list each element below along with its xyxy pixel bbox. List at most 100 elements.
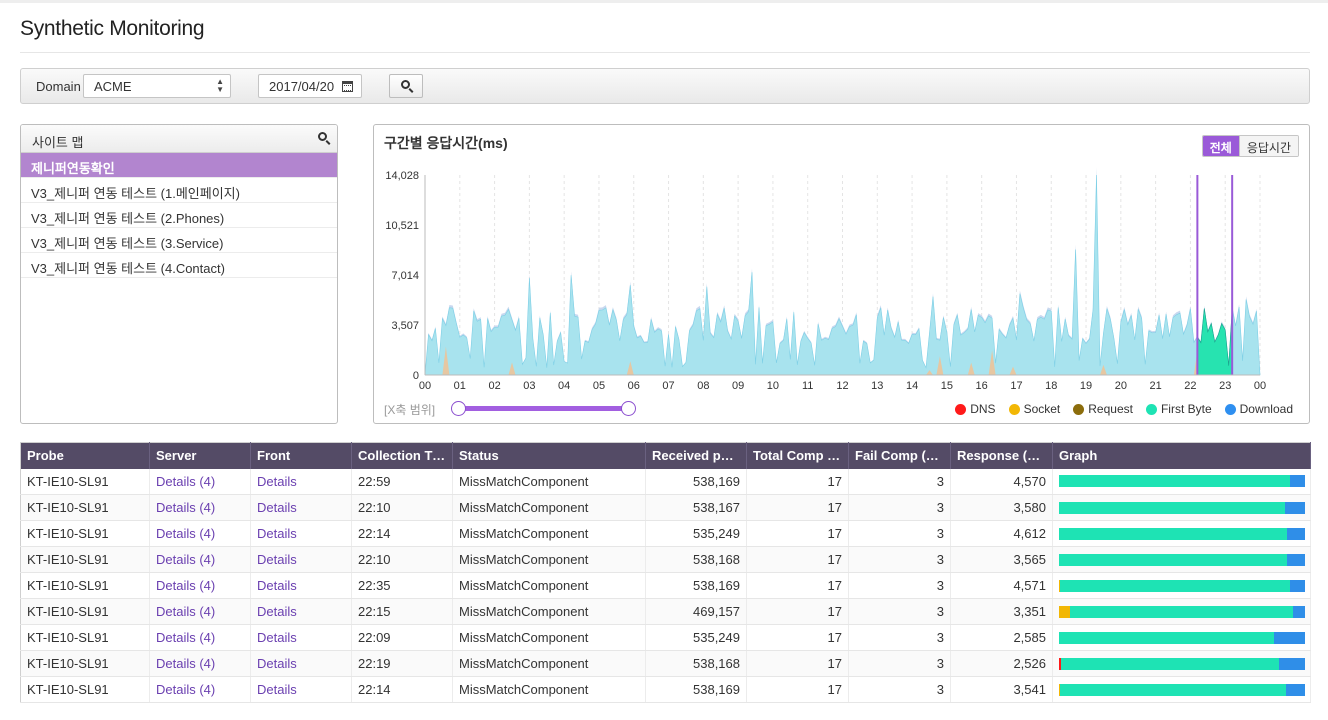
table-row[interactable]: KT-IE10-SL91 Details (4) Details 22:14 MissM… — [20, 520, 1311, 547]
toggle-response-button[interactable]: 응답시간 — [1238, 136, 1298, 156]
front-details-link[interactable]: Details — [257, 474, 297, 489]
x-tick-label: 02 — [488, 380, 500, 392]
site-map-item[interactable]: V3_제니퍼 연동 테스트 (4.Contact) — [21, 253, 337, 278]
total-comp-cell: 17 — [746, 676, 849, 703]
front-details-link[interactable]: Details — [257, 526, 297, 541]
legend-item-download[interactable]: Download — [1224, 402, 1293, 416]
site-map-item[interactable]: 제니퍼연동확인 — [21, 153, 337, 178]
response-breakdown-bar[interactable] — [1059, 553, 1305, 566]
front-details-link[interactable]: Details — [257, 630, 297, 645]
response-breakdown-bar[interactable] — [1059, 631, 1305, 644]
response-breakdown-bar[interactable] — [1059, 475, 1305, 488]
server-details-cell: Details (4) — [149, 598, 251, 625]
legend-item-socket[interactable]: Socket — [1008, 402, 1060, 416]
x-tick-label: 08 — [697, 380, 709, 392]
response-time-chart[interactable]: 03,5077,01410,52114,02800 01 02 03 04 05 06 07 0… — [374, 125, 1309, 423]
x-tick-label: 20 — [1115, 380, 1127, 392]
server-details-link[interactable]: Details (4) — [156, 474, 215, 489]
bar-segment-socket — [1059, 605, 1071, 618]
server-details-link[interactable]: Details (4) — [156, 526, 215, 541]
server-details-link[interactable]: Details (4) — [156, 578, 215, 593]
response-breakdown-bar[interactable] — [1059, 579, 1305, 592]
column-header[interactable]: Response (ms) — [950, 442, 1053, 469]
table-row[interactable]: KT-IE10-SL91 Details (4) Details 22:14 MissM… — [20, 676, 1311, 703]
chart-legend: DNS Socket Request First Byte Download — [955, 402, 1293, 416]
site-map-item[interactable]: V3_제니퍼 연동 테스트 (2.Phones) — [21, 203, 337, 228]
table-row[interactable]: KT-IE10-SL91 Details (4) Details 22:09 MissM… — [20, 624, 1311, 651]
front-details-link[interactable]: Details — [257, 500, 297, 515]
received-packets-cell: 538,169 — [645, 676, 747, 703]
server-details-cell: Details (4) — [149, 650, 251, 677]
x-tick-label: 04 — [558, 380, 570, 392]
front-details-cell: Details — [250, 520, 352, 547]
response-breakdown-bar[interactable] — [1059, 527, 1305, 540]
bar-segment-first-byte — [1059, 631, 1275, 644]
response-breakdown-bar[interactable] — [1059, 683, 1305, 696]
column-header[interactable]: Total Comp (c… — [746, 442, 849, 469]
domain-select[interactable]: ACME ▲ ▼ — [83, 74, 231, 98]
server-details-link[interactable]: Details (4) — [156, 500, 215, 515]
date-picker[interactable]: 2017/04/20 — [258, 74, 362, 98]
column-header[interactable]: Probe — [20, 442, 150, 469]
response-breakdown-bar[interactable] — [1059, 657, 1305, 670]
server-details-link[interactable]: Details (4) — [156, 552, 215, 567]
response-breakdown-bar[interactable] — [1059, 501, 1305, 514]
x-tick-label: 06 — [628, 380, 640, 392]
received-packets-cell: 538,168 — [645, 650, 747, 677]
response-time-chart-panel: 0 3,507 7,014 10,521 14,028 00 01 02 03 04 05 06 07 0… — [373, 124, 1310, 424]
front-details-link[interactable]: Details — [257, 656, 297, 671]
bar-segment-first-byte — [1059, 579, 1290, 592]
column-header[interactable]: Fail Comp (ca… — [848, 442, 951, 469]
graph-cell — [1052, 650, 1311, 677]
received-packets-cell: 538,168 — [645, 546, 747, 573]
x-range-slider[interactable] — [458, 406, 628, 411]
server-details-link[interactable]: Details (4) — [156, 656, 215, 671]
server-details-cell: Details (4) — [149, 624, 251, 651]
received-packets-cell: 535,249 — [645, 520, 747, 547]
legend-item-first-byte[interactable]: First Byte — [1145, 402, 1212, 416]
domain-select-value: ACME — [94, 79, 132, 94]
server-details-link[interactable]: Details (4) — [156, 604, 215, 619]
table-row[interactable]: KT-IE10-SL91 Details (4) Details 22:19 MissM… — [20, 650, 1311, 677]
legend-item-dns[interactable]: DNS — [955, 402, 996, 416]
column-header[interactable]: Status — [452, 442, 646, 469]
table-row[interactable]: KT-IE10-SL91 Details (4) Details 22:10 MissM… — [20, 546, 1311, 573]
site-map-item[interactable]: V3_제니퍼 연동 테스트 (1.메인페이지) — [21, 178, 337, 203]
server-details-link[interactable]: Details (4) — [156, 682, 215, 697]
table-row[interactable]: KT-IE10-SL91 Details (4) Details 22:15 MissM… — [20, 598, 1311, 625]
table-row[interactable]: KT-IE10-SL91 Details (4) Details 22:10 MissM… — [20, 494, 1311, 521]
legend-label: Request — [1088, 402, 1133, 416]
column-header[interactable]: Received pack… — [645, 442, 747, 469]
x-range-end-handle[interactable] — [621, 401, 636, 416]
search-button[interactable] — [389, 74, 423, 98]
server-details-link[interactable]: Details (4) — [156, 630, 215, 645]
column-header[interactable]: Front — [250, 442, 352, 469]
column-header[interactable]: Collection Time — [351, 442, 453, 469]
front-details-link[interactable]: Details — [257, 682, 297, 697]
legend-item-request[interactable]: Request — [1073, 402, 1133, 416]
filter-toolbar: Domain ACME ▲ ▼ 2017/04/20 — [20, 68, 1310, 104]
received-packets-cell: 469,157 — [645, 598, 747, 625]
status-cell: MissMatchComponent — [452, 650, 646, 677]
response-cell: 3,541 — [950, 676, 1053, 703]
column-header[interactable]: Graph — [1052, 442, 1311, 469]
site-map-item[interactable]: V3_제니퍼 연동 테스트 (3.Service) — [21, 228, 337, 253]
site-map-search-icon[interactable] — [318, 132, 327, 141]
y-tick-label: 14,028 — [385, 170, 419, 182]
x-tick-label: 19 — [1080, 380, 1092, 392]
front-details-link[interactable]: Details — [257, 552, 297, 567]
toggle-all-button[interactable]: 전체 — [1202, 136, 1239, 156]
legend-dot — [1073, 403, 1085, 415]
front-details-link[interactable]: Details — [257, 604, 297, 619]
table-row[interactable]: KT-IE10-SL91 Details (4) Details 22:35 MissM… — [20, 572, 1311, 599]
response-breakdown-bar[interactable] — [1059, 605, 1305, 618]
x-tick-label: 09 — [732, 380, 744, 392]
table-row[interactable]: KT-IE10-SL91 Details (4) Details 22:59 MissM… — [20, 468, 1311, 495]
column-header[interactable]: Server — [149, 442, 251, 469]
probe-cell: KT-IE10-SL91 — [20, 494, 150, 521]
collection-time-cell: 22:09 — [351, 624, 453, 651]
x-range-start-handle[interactable] — [451, 401, 466, 416]
bar-segment-first-byte — [1070, 605, 1293, 618]
graph-cell — [1052, 468, 1311, 495]
front-details-link[interactable]: Details — [257, 578, 297, 593]
